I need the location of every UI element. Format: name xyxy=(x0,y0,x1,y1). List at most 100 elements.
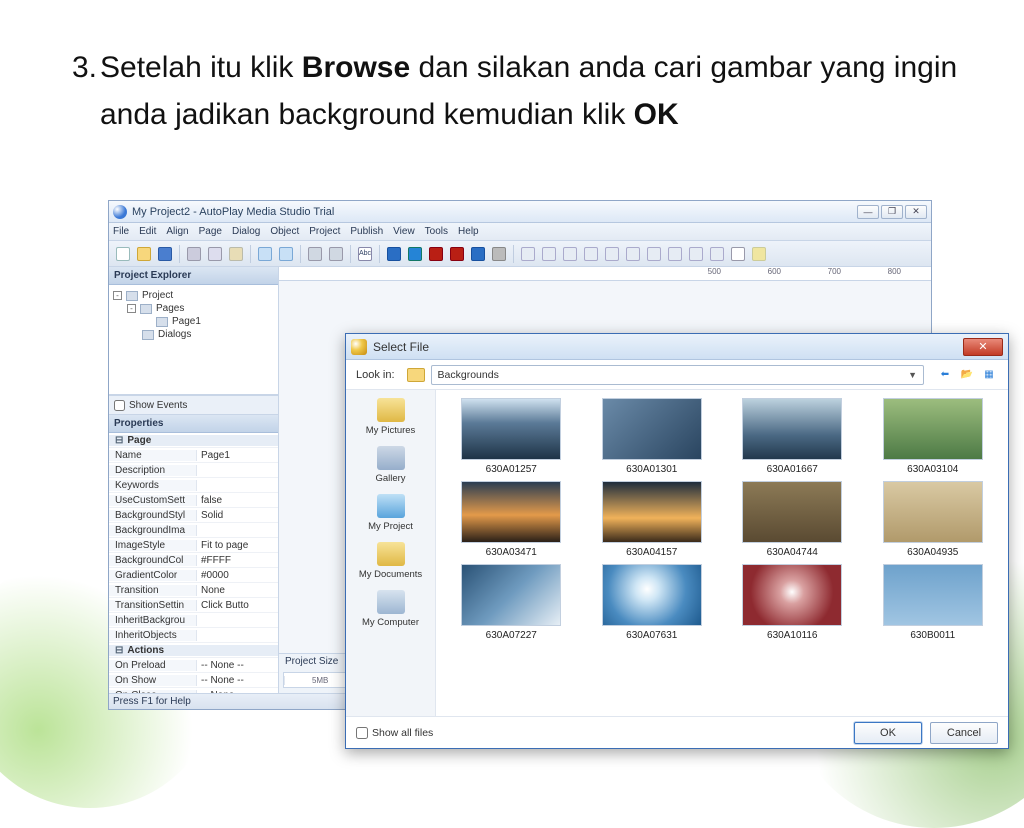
file-thumb[interactable]: 630A04744 xyxy=(727,481,858,558)
file-thumb[interactable]: 630A01301 xyxy=(587,398,718,475)
property-row[interactable]: UseCustomSettfalse xyxy=(109,493,278,508)
menu-align[interactable]: Align xyxy=(166,226,188,237)
toolbar-save-button[interactable] xyxy=(155,244,175,264)
file-thumb[interactable]: 630A03471 xyxy=(446,481,577,558)
file-thumb[interactable]: 630A03104 xyxy=(868,398,999,475)
toolbar-align-t-button[interactable] xyxy=(581,244,601,264)
file-thumb[interactable]: 630A10116 xyxy=(727,564,858,641)
menu-edit[interactable]: Edit xyxy=(139,226,156,237)
ok-button[interactable]: OK xyxy=(854,722,922,744)
file-thumb[interactable]: 630A01257 xyxy=(446,398,577,475)
toolbar-dist-v-button[interactable] xyxy=(665,244,685,264)
select-file-dialog: Select File ✕ Look in: Backgrounds ▼ ⬅📂▦… xyxy=(345,333,1009,749)
toolbar-undo-button[interactable] xyxy=(255,244,275,264)
property-row[interactable]: InheritObjects xyxy=(109,628,278,643)
tree-expand-icon[interactable]: - xyxy=(127,304,136,313)
step-number: 3. xyxy=(72,45,97,92)
toolbar-align-l-button[interactable] xyxy=(518,244,538,264)
toolbar-preview-button[interactable] xyxy=(326,244,346,264)
views-icon[interactable]: ▦ xyxy=(980,366,998,384)
file-thumb[interactable]: 630A07631 xyxy=(587,564,718,641)
menu-help[interactable]: Help xyxy=(458,226,479,237)
tree-item-pages[interactable]: -Pages xyxy=(113,302,274,315)
project-tree[interactable]: -Project-PagesPage1Dialogs xyxy=(109,285,278,395)
property-row[interactable]: Keywords xyxy=(109,478,278,493)
toolbar-align-m-button[interactable] xyxy=(602,244,622,264)
minimize-button[interactable]: — xyxy=(857,205,879,219)
property-row[interactable]: BackgroundStylSolid xyxy=(109,508,278,523)
property-row[interactable]: BackgroundCol#FFFF xyxy=(109,553,278,568)
property-row[interactable]: GradientColor#0000 xyxy=(109,568,278,583)
file-thumb[interactable]: 630A04157 xyxy=(587,481,718,558)
property-section[interactable]: Page xyxy=(109,435,278,446)
toolbar-copy-button[interactable] xyxy=(205,244,225,264)
file-thumb[interactable]: 630A04935 xyxy=(868,481,999,558)
place-my-project[interactable]: My Project xyxy=(346,494,435,532)
toolbar-void-button[interactable] xyxy=(489,244,509,264)
toolbar-rect-button[interactable] xyxy=(728,244,748,264)
toolbar-cut-button[interactable] xyxy=(184,244,204,264)
toolbar-abc-button[interactable]: Abc xyxy=(355,244,375,264)
file-thumb[interactable]: 630A07227 xyxy=(446,564,577,641)
tree-item-project[interactable]: -Project xyxy=(113,289,274,302)
toolbar-wand-button[interactable] xyxy=(749,244,769,264)
close-button[interactable]: ✕ xyxy=(905,205,927,219)
toolbar-redo-button[interactable] xyxy=(276,244,296,264)
properties-grid[interactable]: Page NamePage1DescriptionKeywordsUseCusto… xyxy=(109,433,278,693)
property-row[interactable]: On Preload-- None -- xyxy=(109,658,278,673)
tree-expand-icon[interactable]: - xyxy=(113,291,122,300)
menu-object[interactable]: Object xyxy=(270,226,299,237)
toolbar-build-button[interactable] xyxy=(305,244,325,264)
restore-button[interactable]: ❐ xyxy=(881,205,903,219)
toolbar-open-button[interactable] xyxy=(134,244,154,264)
toolbar-align-r-button[interactable] xyxy=(560,244,580,264)
show-all-files-checkbox[interactable] xyxy=(356,727,368,739)
dialog-close-button[interactable]: ✕ xyxy=(963,338,1003,356)
show-events-row: Show Events xyxy=(109,395,278,415)
cancel-button[interactable]: Cancel xyxy=(930,722,998,744)
property-row[interactable]: On Show-- None -- xyxy=(109,673,278,688)
up-icon[interactable]: 📂 xyxy=(958,366,976,384)
menu-dialog[interactable]: Dialog xyxy=(232,226,260,237)
toolbar-dist-h-button[interactable] xyxy=(644,244,664,264)
menu-file[interactable]: File xyxy=(113,226,129,237)
toolbar-pdf-button[interactable] xyxy=(447,244,467,264)
menu-publish[interactable]: Publish xyxy=(350,226,383,237)
property-section[interactable]: Actions xyxy=(109,645,278,656)
property-row[interactable]: TransitionSettinClick Butto xyxy=(109,598,278,613)
place-my-documents[interactable]: My Documents xyxy=(346,542,435,580)
tree-item-dialogs[interactable]: Dialogs xyxy=(113,328,274,341)
file-name: 630A07631 xyxy=(626,630,677,641)
toolbar-new-button[interactable] xyxy=(113,244,133,264)
toolbar-quicktime-button[interactable] xyxy=(405,244,425,264)
place-my-pictures[interactable]: My Pictures xyxy=(346,398,435,436)
toolbar-ie-button[interactable] xyxy=(468,244,488,264)
property-row[interactable]: On Close-- None -- xyxy=(109,688,278,693)
property-row[interactable]: InheritBackgrou xyxy=(109,613,278,628)
property-row[interactable]: TransitionNone xyxy=(109,583,278,598)
place-my-computer[interactable]: My Computer xyxy=(346,590,435,628)
place-gallery[interactable]: Gallery xyxy=(346,446,435,484)
menu-view[interactable]: View xyxy=(393,226,415,237)
toolbar-flash-button[interactable] xyxy=(426,244,446,264)
property-row[interactable]: BackgroundIma xyxy=(109,523,278,538)
lookin-dropdown[interactable]: Backgrounds ▼ xyxy=(431,365,924,385)
toolbar-align-c-button[interactable] xyxy=(539,244,559,264)
menu-project[interactable]: Project xyxy=(309,226,340,237)
tree-item-page1[interactable]: Page1 xyxy=(113,315,274,328)
toolbar-group-button[interactable] xyxy=(686,244,706,264)
menu-tools[interactable]: Tools xyxy=(425,226,448,237)
file-thumb[interactable]: 630B0011 xyxy=(868,564,999,641)
property-row[interactable]: ImageStyleFit to page xyxy=(109,538,278,553)
property-row[interactable]: NamePage1 xyxy=(109,448,278,463)
toolbar-align-b-button[interactable] xyxy=(623,244,643,264)
menu-page[interactable]: Page xyxy=(199,226,222,237)
property-row[interactable]: Description xyxy=(109,463,278,478)
file-thumb[interactable]: 630A01667 xyxy=(727,398,858,475)
toolbar-ungroup-button[interactable] xyxy=(707,244,727,264)
dialog-titlebar[interactable]: Select File ✕ xyxy=(346,334,1008,360)
toolbar-globe-button[interactable] xyxy=(384,244,404,264)
back-icon[interactable]: ⬅ xyxy=(936,366,954,384)
toolbar-paste-button[interactable] xyxy=(226,244,246,264)
show-events-checkbox[interactable] xyxy=(114,400,125,411)
